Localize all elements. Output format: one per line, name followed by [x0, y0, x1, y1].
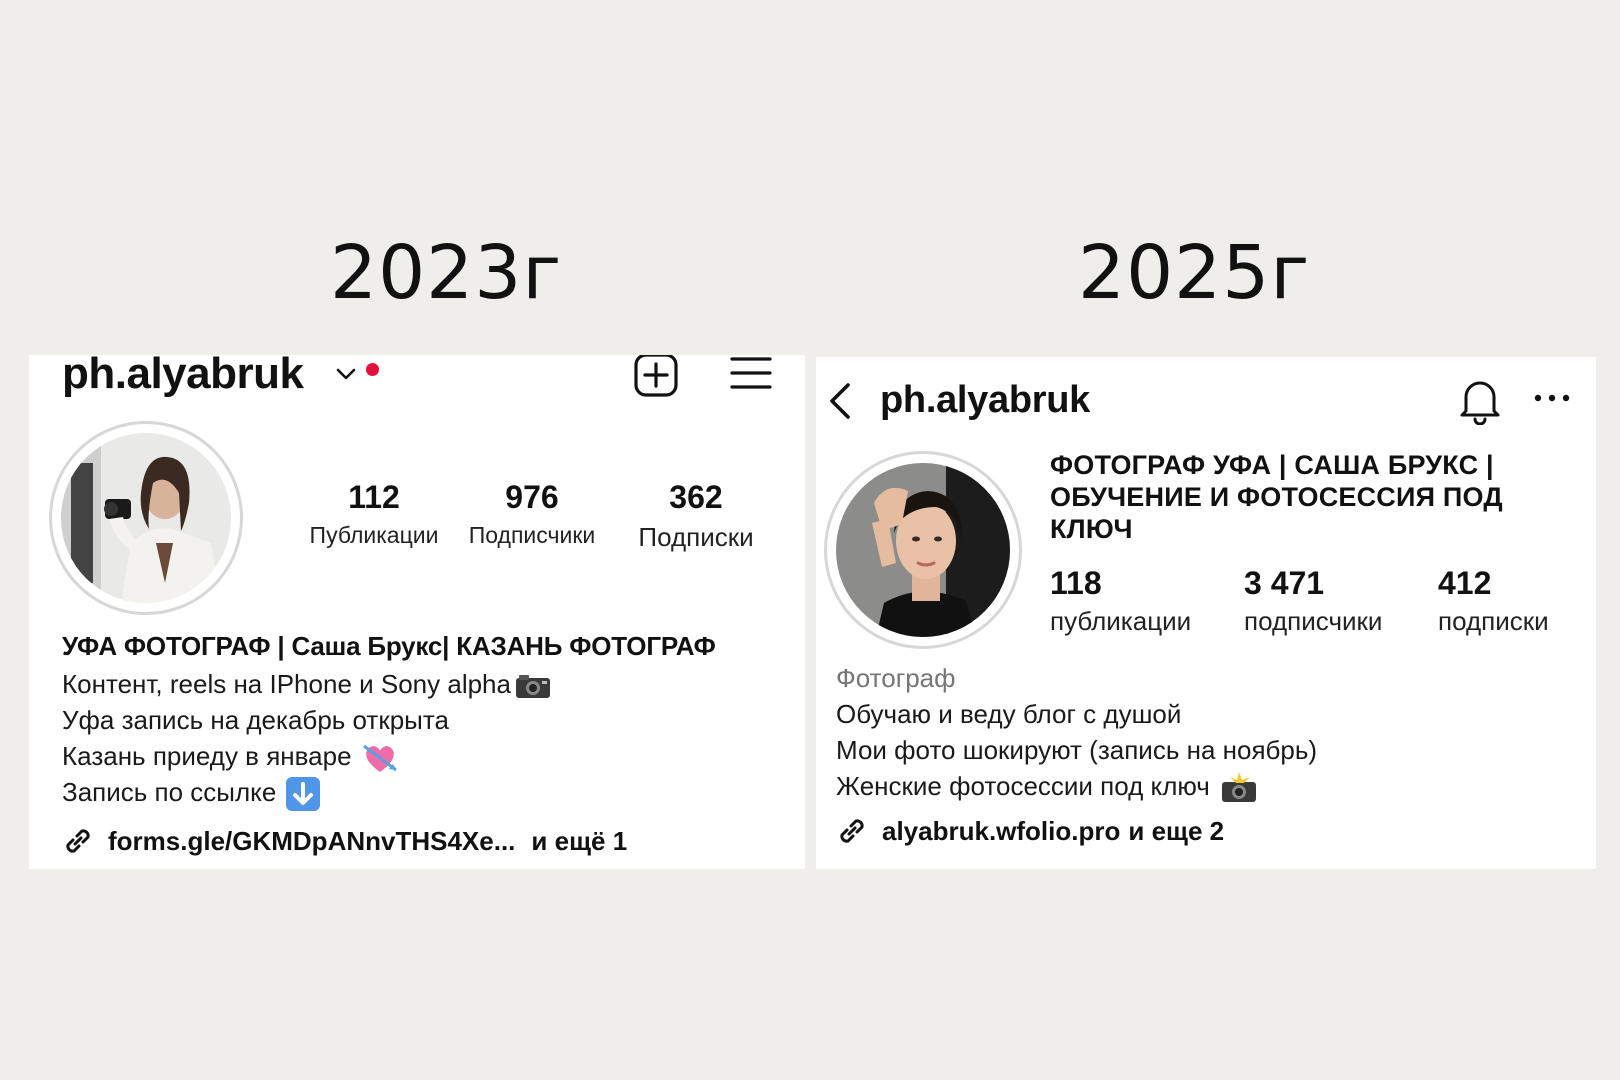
profile-link[interactable]: forms.gle/GKMDpANnvTHS4Xe... и ещё 1 [60, 823, 627, 859]
stat-followers[interactable]: 3 471 подписчики [1244, 565, 1382, 637]
menu-icon[interactable] [729, 355, 773, 391]
stat-following[interactable]: 412 подписки [1438, 565, 1549, 637]
more-icon[interactable] [1532, 391, 1572, 405]
title-line: ОБУЧЕНИЕ И ФОТОСЕССИЯ ПОД [1050, 482, 1503, 512]
profile-card-2023: ph.alyabruk 112 Публикации 976 Подписчик… [29, 355, 805, 869]
back-icon[interactable] [824, 379, 856, 423]
notification-dot [366, 363, 379, 376]
stat-following[interactable]: 362 Подписки [621, 479, 771, 553]
stat-label: подписчики [1244, 606, 1383, 636]
bio-line: Обучаю и веду блог с душой [836, 699, 1182, 729]
profile-username[interactable]: ph.alyabruk [62, 355, 304, 399]
avatar[interactable] [61, 433, 231, 603]
stat-label: Подписки [638, 522, 754, 552]
bio-line-text: Запись по ссылке [62, 777, 277, 807]
stat-value: 3 471 [1244, 565, 1325, 601]
camera-emoji [515, 675, 550, 699]
down-arrow-emoji [286, 777, 321, 812]
stat-label: Публикации [309, 522, 439, 548]
profile-card-2025: ph.alyabruk ФОТОГРАФ УФА | САША БРУКС | … [816, 357, 1596, 869]
avatar[interactable] [836, 463, 1010, 637]
heart-arrow-emoji [362, 744, 397, 773]
bio-line: Женские фотосессии под ключ [836, 771, 1258, 804]
bio-name: УФА ФОТОГРАФ | Саша Брукс| КАЗАНЬ ФОТОГР… [62, 631, 716, 661]
bio-line: Мои фото шокируют (запись на ноябрь) [836, 735, 1318, 765]
stat-value: 412 [1438, 565, 1492, 601]
stat-label: Подписчики [468, 522, 596, 548]
profile-category: Фотограф [836, 663, 956, 693]
profile-title: ФОТОГРАФ УФА | САША БРУКС | ОБУЧЕНИЕ И Ф… [1050, 449, 1570, 545]
stat-value: 362 [669, 479, 723, 515]
camera-flash-emoji [1221, 772, 1256, 803]
stat-label: подписки [1438, 606, 1549, 636]
bio-line-text: Контент, reels на IPhone и Sony alpha [62, 669, 511, 699]
profile-username: ph.alyabruk [880, 379, 1090, 421]
create-post-icon[interactable] [632, 355, 680, 397]
stat-value: 112 [348, 479, 400, 515]
link-icon [840, 819, 864, 843]
stat-publications[interactable]: 112 Публикации [299, 479, 449, 549]
stat-publications[interactable]: 118 публикации [1050, 565, 1191, 637]
bio-line: Казань приеду в январе [62, 741, 398, 774]
link-icon [66, 829, 90, 853]
title-line: ФОТОГРАФ УФА | САША БРУКС | [1050, 450, 1494, 480]
stat-value: 976 [505, 479, 559, 515]
bio-line-text: Казань приеду в январе [62, 741, 352, 771]
bio-line: Контент, reels на IPhone и Sony alpha [62, 669, 551, 700]
bio-line: Запись по ссылке [62, 777, 321, 812]
bio-line: Уфа запись на декабрь открыта [62, 705, 449, 735]
year-2025-heading: 2025г [1078, 230, 1311, 316]
bio-line-text: Женские фотосессии под ключ [836, 771, 1210, 801]
link-text[interactable]: alyabruk.wfolio.pro [882, 816, 1120, 847]
link-more[interactable]: и еще 2 [1128, 816, 1224, 847]
bell-icon[interactable] [1456, 375, 1504, 425]
stat-value: 118 [1050, 565, 1102, 601]
link-more[interactable]: и ещё 1 [531, 826, 627, 857]
link-text[interactable]: forms.gle/GKMDpANnvTHS4Xe... [108, 826, 515, 857]
stat-followers[interactable]: 976 Подписчики [457, 479, 607, 549]
chevron-down-icon[interactable] [333, 361, 359, 387]
profile-link[interactable]: alyabruk.wfolio.pro и еще 2 [834, 813, 1224, 849]
title-line: КЛЮЧ [1050, 514, 1133, 544]
year-2023-heading: 2023г [330, 230, 563, 316]
stat-label: публикации [1050, 606, 1192, 636]
